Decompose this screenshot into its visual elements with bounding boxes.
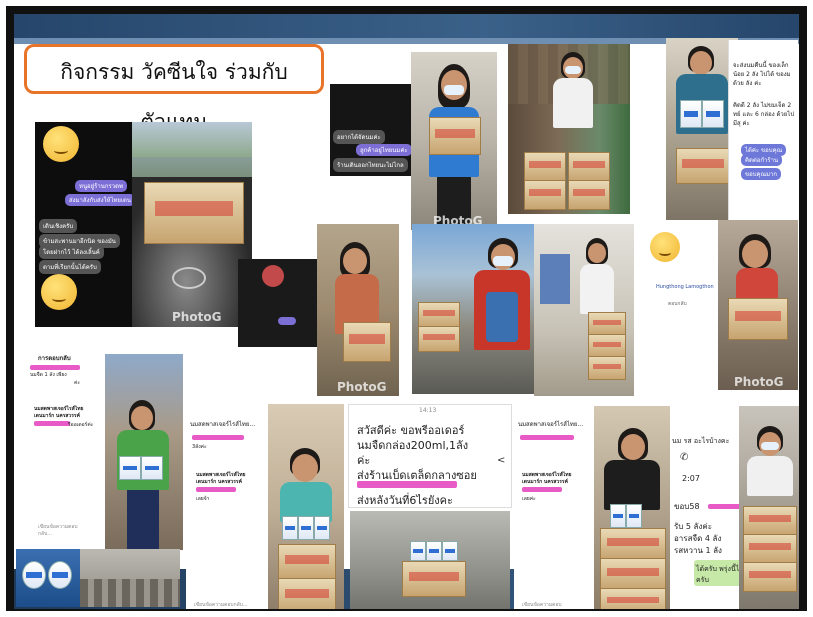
photo-boy-crates bbox=[412, 224, 534, 394]
photo-milk-products bbox=[16, 549, 80, 607]
chat-time: 14:13 bbox=[419, 407, 437, 414]
milk-crate bbox=[144, 182, 244, 244]
chat-bubble: ขอบคุณมาก bbox=[741, 168, 782, 180]
photo-woman-stack bbox=[534, 224, 634, 396]
chat-screenshot-small: อยากได้จัดนมค่ะ ลูกค้าอยู่ไทยนมค่ะ ร้านเ… bbox=[330, 84, 414, 176]
chat-screenshot-right: นม รส อะไรบ้างคะ ✆ 2:07 ขอบ58 รับ 5 ลังค… bbox=[670, 434, 750, 609]
chat-text: เลยจ้า bbox=[196, 496, 210, 502]
chat-reply: ได้ครับ พรุ่งนี้ไป bbox=[696, 565, 744, 573]
chat-screenshot-top-right: จะส่งนมคืนนี้ ของเล็ก น้อย 2 ลัง ไปได้ ข… bbox=[728, 40, 798, 232]
chat-bubble: หนูอยู่ร้านกรวดพ bbox=[75, 180, 127, 192]
chat-bubble: ลูกค้าอยู่ไทยนมค่ะ bbox=[356, 144, 412, 156]
chat-header: นม รส อะไรบ้างคะ bbox=[672, 437, 730, 445]
slide-title: กิจกรรม วัคซีนใจ ร่วมกับตัวแทน bbox=[24, 44, 324, 134]
chat-text: เดนมาร์ก นครสวรรค์ bbox=[196, 479, 242, 485]
chat-bubble-received: เดินเชิงครับ bbox=[39, 219, 78, 233]
chat-input[interactable]: เขียนข้อความตอบกลับ... bbox=[194, 601, 248, 609]
chat-text: รีออเดอร์ค่ะ bbox=[68, 422, 94, 428]
chat-text: นมจืด 1 ลัง เพียง bbox=[30, 372, 67, 378]
chat-text: เลยค่ะ bbox=[522, 496, 536, 502]
chat-header: นมสดพาสเจอร์ไรส์ไทย... bbox=[190, 421, 256, 428]
milk-crate bbox=[728, 298, 788, 340]
photo-woman-green bbox=[105, 354, 183, 550]
photo-woman-crates bbox=[594, 406, 670, 609]
chat-screenshot-heart bbox=[238, 259, 320, 347]
chat-reply: ครับ bbox=[696, 576, 709, 584]
photo-child-milkbox: PhotoG bbox=[718, 220, 798, 390]
photo-warehouse-rows bbox=[80, 549, 180, 607]
chat-text: เดนมาร์ก นครสวรรค์ bbox=[34, 413, 80, 419]
photo-boy-white bbox=[739, 406, 799, 609]
milk-crate bbox=[343, 322, 391, 362]
chat-note: 14:13 สวัสดีค่ะ ขอพรีออเดอร์ นมจืดกล่อง2… bbox=[348, 404, 512, 508]
chat-text: 3ลังค่ะ bbox=[192, 444, 207, 450]
photo-car-box: PhotoG bbox=[132, 122, 252, 327]
photo-woman-warehouse bbox=[508, 44, 630, 214]
chat-input[interactable]: กลับ... bbox=[38, 530, 52, 538]
chat-header: นมสดพาสเจอร์ไรส์ไทย... bbox=[518, 421, 584, 428]
smile-emoji-icon bbox=[650, 232, 680, 262]
chat-text: ส่งหลังวันที่6ไรยังคะ bbox=[357, 494, 453, 507]
smile-emoji-icon bbox=[41, 274, 77, 310]
chat-bubble: ส่งมาลังกับส่งให้ไทยเดน bbox=[65, 194, 135, 206]
chat-text: ค่ะ bbox=[74, 380, 81, 386]
watermark: PhotoG bbox=[172, 310, 222, 324]
chat-text: เดนมาร์ก นครสวรรค์ bbox=[522, 479, 568, 485]
chat-screenshot-left: การตอบกลับ นมจืด 1 ลัง เพียง ค่ะ นมสดพาส… bbox=[24, 349, 106, 549]
watermark: PhotoG bbox=[337, 380, 387, 394]
share-icon[interactable]: < bbox=[497, 455, 505, 466]
photo-boy-milk bbox=[268, 404, 344, 609]
chat-bubble-received: ร้านเดินออกไทยนะไม่ไกล bbox=[333, 158, 408, 172]
photo-crates-table bbox=[350, 511, 510, 609]
chat-text: ตอบกลับ bbox=[668, 301, 687, 307]
chat-bubble: คิดต่อกำร้าน bbox=[741, 154, 783, 166]
chat-screenshot-mid: นมสดพาสเจอร์ไรส์ไทย... 3ลังค่ะ นมสดพาสเจ… bbox=[186, 409, 268, 609]
chat-screenshot-dark: หนูอยู่ร้านกรวดพ ส่งมาลังกับส่งให้ไทยเดน… bbox=[35, 122, 135, 327]
chat-text: มีสุ ค่ะ bbox=[733, 120, 750, 127]
chat-input[interactable]: เขียนข้อความตอบ bbox=[522, 601, 562, 609]
chat-text: รสหวาน 1 ลัง bbox=[674, 546, 722, 555]
chat-text: นมจืดกล่อง200ml,1ลัง bbox=[357, 439, 469, 452]
milk-crate bbox=[429, 117, 481, 155]
chat-bubble-received: โดยฝากไว้ ได้ลงเลิ้นค์ bbox=[39, 245, 104, 259]
chat-text: Hungthong Lamogthon bbox=[656, 284, 714, 290]
smile-emoji-icon bbox=[43, 126, 79, 162]
chat-screenshot-mid-2: นมสดพาสเจอร์ไรส์ไทย... นมสดพาสเจอร์ไรส์ไ… bbox=[514, 409, 594, 609]
chat-screenshot-emoji: Hungthong Lamogthon ตอบกลับ bbox=[638, 220, 728, 328]
phone-icon: ✆ bbox=[680, 452, 689, 463]
watermark: PhotoG bbox=[734, 375, 784, 389]
photo-girl-box-2: PhotoG bbox=[317, 224, 399, 396]
top-banner bbox=[14, 14, 799, 38]
chat-text: ด้วย ลัง ค่ะ bbox=[733, 80, 762, 87]
slide: กิจกรรม วัคซีนใจ ร่วมกับตัวแทน หนูอยู่ร้… bbox=[14, 14, 799, 609]
call-duration: 2:07 bbox=[682, 474, 700, 483]
chat-bubble-received: ตามที่เรียกนั้นได้ครับ bbox=[39, 260, 101, 274]
chat-bubble-received: อยากได้จัดนมค่ะ bbox=[333, 130, 385, 144]
chat-text: ขอบ58 bbox=[674, 502, 700, 511]
chat-header: การตอบกลับ bbox=[38, 355, 71, 362]
photo-girl-box: PhotoG bbox=[411, 52, 497, 230]
